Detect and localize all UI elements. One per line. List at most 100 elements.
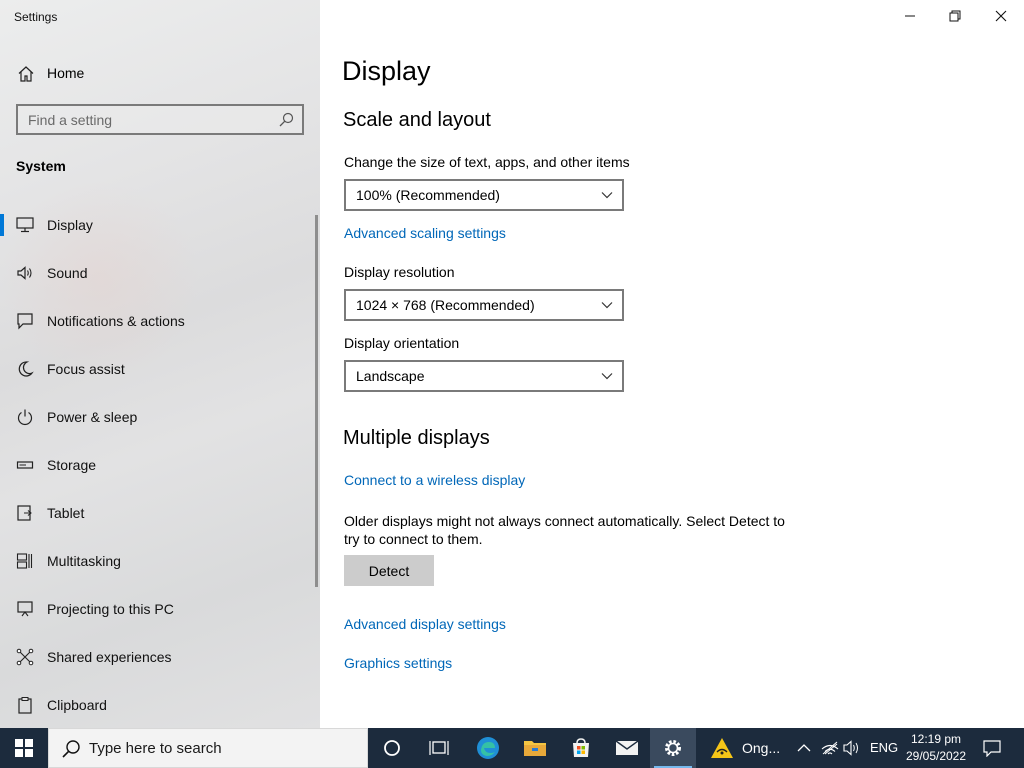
sidebar-item-home[interactable]: Home [0,58,320,90]
cortana-button[interactable] [369,728,415,768]
chevron-up-icon [797,744,811,752]
clock-time: 12:19 pm [910,732,962,746]
power-icon [17,409,33,426]
windows-logo-icon [15,739,33,757]
notification-app-button[interactable]: Ong... [704,728,784,768]
sidebar-item-label: Clipboard [47,697,107,713]
search-icon [62,740,80,758]
search-input[interactable] [18,106,268,133]
shared-icon [16,648,34,666]
home-icon [18,66,34,82]
sidebar-item-storage[interactable]: Storage [0,441,316,489]
orientation-label: Display orientation [344,335,460,351]
clock[interactable]: 12:19 pm 29/05/2022 [900,731,972,765]
advanced-scaling-link[interactable]: Advanced scaling settings [344,225,506,241]
sidebar-item-label: Home [47,65,85,81]
warning-icon [711,738,733,758]
nav-list: Display Sound Notifications & actions Fo… [0,201,316,728]
cortana-icon [384,740,400,756]
minimize-icon [905,15,915,17]
sidebar-item-label: Multitasking [47,553,121,569]
edge-icon [477,737,499,759]
mail-button[interactable] [604,728,650,768]
wireless-display-link[interactable]: Connect to a wireless display [344,472,525,488]
scale-dropdown-value: 100% (Recommended) [356,187,500,203]
sidebar-item-label: Shared experiences [47,649,172,665]
network-icon [821,741,839,755]
orientation-dropdown[interactable]: Landscape [344,360,624,392]
edge-button[interactable] [465,728,511,768]
start-button[interactable] [0,728,48,768]
restore-icon [949,10,961,22]
sidebar-item-tablet[interactable]: Tablet [0,489,316,537]
minimize-button[interactable] [887,0,933,32]
sidebar-item-clipboard[interactable]: Clipboard [0,681,316,728]
language-indicator[interactable]: ENG [870,740,898,755]
chevron-down-icon [601,302,613,309]
action-center-button[interactable] [972,728,1012,768]
resolution-dropdown[interactable]: 1024 × 768 (Recommended) [344,289,624,321]
scale-label: Change the size of text, apps, and other… [344,154,630,170]
detect-description: Older displays might not always connect … [344,513,785,547]
show-hidden-icons-button[interactable] [792,728,816,768]
taskbar-search-placeholder: Type here to search [89,740,222,757]
storage-icon [16,461,34,469]
monitor-icon [16,217,34,233]
sidebar-item-label: Display [47,217,93,233]
sidebar: Settings Home System Display [0,0,320,728]
sidebar-item-display[interactable]: Display [0,201,316,249]
settings-taskbar-button[interactable] [650,728,696,768]
search-box[interactable] [16,104,304,135]
advanced-display-link[interactable]: Advanced display settings [344,616,506,632]
multitasking-icon [16,553,33,569]
close-button[interactable] [978,0,1024,32]
section-heading-scale: Scale and layout [343,109,491,131]
action-center-icon [983,740,1001,757]
close-icon [995,10,1007,22]
sidebar-item-notifications[interactable]: Notifications & actions [0,297,316,345]
store-button[interactable] [558,728,604,768]
sidebar-item-label: Notifications & actions [47,313,185,329]
detect-button[interactable]: Detect [344,555,434,586]
sidebar-item-focus-assist[interactable]: Focus assist [0,345,316,393]
projector-icon [17,601,33,617]
resolution-dropdown-value: 1024 × 768 (Recommended) [356,297,535,313]
task-view-icon [429,741,449,755]
taskbar-search-box[interactable]: Type here to search [48,728,368,768]
section-label-system: System [16,158,66,174]
clipboard-icon [18,697,32,714]
sidebar-item-multitasking[interactable]: Multitasking [0,537,316,585]
chevron-down-icon [601,192,613,199]
sidebar-item-sound[interactable]: Sound [0,249,316,297]
scale-dropdown[interactable]: 100% (Recommended) [344,179,624,211]
restore-button[interactable] [932,0,978,32]
network-button[interactable] [818,728,842,768]
gear-icon [665,740,681,756]
active-indicator [0,214,4,236]
notification-icon [17,313,33,330]
app-title: Settings [14,10,58,24]
main-content: Display Scale and layout Change the size… [320,0,1024,728]
clock-date: 29/05/2022 [905,749,967,763]
folder-icon [524,741,546,756]
file-explorer-button[interactable] [512,728,558,768]
search-icon[interactable] [279,112,294,127]
task-view-button[interactable] [416,728,462,768]
store-icon [573,738,589,757]
sidebar-item-label: Tablet [47,505,85,521]
notification-app-text: Ong... [742,740,781,756]
moon-icon [18,361,34,377]
mail-icon [615,740,639,755]
taskbar: Type here to search Ong... ENG 12:19 pm … [0,728,1024,768]
resolution-label: Display resolution [344,264,455,280]
sidebar-item-label: Focus assist [47,361,125,377]
sidebar-item-shared-experiences[interactable]: Shared experiences [0,633,316,681]
sidebar-item-label: Storage [47,457,97,473]
graphics-settings-link[interactable]: Graphics settings [344,655,452,671]
sidebar-item-projecting[interactable]: Projecting to this PC [0,585,316,633]
sidebar-item-label: Projecting to this PC [47,601,174,617]
orientation-dropdown-value: Landscape [356,368,425,384]
sidebar-scrollbar[interactable] [315,215,318,587]
volume-button[interactable] [840,728,864,768]
sidebar-item-power-sleep[interactable]: Power & sleep [0,393,316,441]
